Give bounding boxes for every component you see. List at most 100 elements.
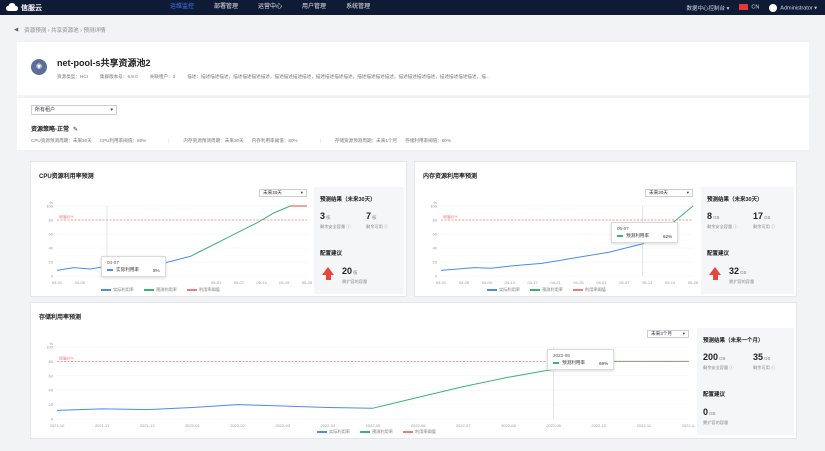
value: 200 bbox=[703, 352, 719, 362]
legend-swatch bbox=[487, 289, 497, 291]
x-tick-label: 2022-09 bbox=[546, 423, 561, 428]
cpu-panel-title: CPU资源利用率预测 bbox=[39, 174, 94, 180]
tooltip-label: 预测利用率 bbox=[562, 360, 585, 365]
threshold-label: 阈值80% bbox=[443, 214, 458, 219]
storage-result-title: 预测结果（未来一个月） bbox=[703, 338, 764, 344]
value: 0 bbox=[703, 407, 709, 417]
cpu-advice-title: 配置建议 bbox=[320, 251, 343, 257]
x-tick-label: 05-25 bbox=[302, 280, 313, 285]
x-tick-label: 04-05 bbox=[459, 280, 470, 285]
storage-safe-capacity: 200GB bbox=[703, 352, 726, 362]
legend-actual[interactable]: 实际利用率 bbox=[487, 287, 520, 293]
nav-item-deploy[interactable]: 部署管理 bbox=[204, 0, 248, 15]
y-tick-label: 80 bbox=[433, 218, 438, 223]
legend-actual[interactable]: 实际利用率 bbox=[317, 429, 350, 435]
memory-range-select[interactable]: 未来30天 ▾ bbox=[645, 189, 693, 197]
storage-range-select[interactable]: 未来3个月 ▾ bbox=[647, 330, 689, 338]
legend-actual[interactable]: 实际利用率 bbox=[101, 287, 134, 293]
app-name: 信服云 bbox=[21, 4, 42, 12]
unit: 核 bbox=[372, 215, 377, 220]
cpu-legend: 实际利用率 预测利用率 利用率阈值 bbox=[101, 287, 220, 293]
nav-item-monitor[interactable]: 运维监控 bbox=[160, 0, 204, 15]
legend-label: 实际利用率 bbox=[499, 287, 520, 292]
unit: 核 bbox=[326, 215, 331, 220]
cpu-range-select[interactable]: 未来30天 ▾ bbox=[259, 189, 307, 197]
tooltip-value: 69% bbox=[598, 360, 609, 366]
y-unit-label: % bbox=[433, 200, 437, 205]
legend-swatch bbox=[529, 289, 540, 291]
legend-threshold[interactable]: 利用率阈值 bbox=[572, 287, 606, 293]
top-right-tools: 数据中心控制台 ▾ CN Administrator ▾ bbox=[687, 0, 817, 15]
y-unit-label: % bbox=[49, 341, 53, 346]
x-tick-label: 04-01 bbox=[436, 280, 447, 285]
breadcrumb-text[interactable]: 资源预测 › 共享资源池 › 预测详情 bbox=[24, 26, 105, 34]
memory-advice-title: 配置建议 bbox=[707, 251, 730, 257]
legend-label: 利用率阈值 bbox=[198, 287, 220, 292]
y-tick-label: 60 bbox=[49, 232, 54, 237]
legend-predict[interactable]: 预测利用率 bbox=[359, 429, 393, 435]
user-menu[interactable]: Administrator ▾ bbox=[769, 3, 817, 12]
legend-label: 预测利用率 bbox=[155, 287, 177, 292]
datacenter-switch[interactable]: 数据中心控制台 ▾ bbox=[687, 4, 730, 12]
x-tick-label: 04-21 bbox=[550, 280, 561, 285]
app-logo[interactable]: 信服云 bbox=[6, 3, 42, 13]
nav-item-ops[interactable]: 运营中心 bbox=[248, 0, 292, 15]
nav-item-users[interactable]: 用户管理 bbox=[292, 0, 336, 15]
legend-threshold[interactable]: 利用率阈值 bbox=[402, 429, 436, 435]
tooltip-swatch bbox=[553, 362, 559, 364]
legend-predict[interactable]: 预测利用率 bbox=[143, 287, 177, 293]
x-tick-label: 05-01 bbox=[211, 280, 222, 285]
storage-advice-title: 配置建议 bbox=[703, 392, 726, 398]
pool-meta: 资源类型：HCI 集群版本号：6.9.0 关联租户：3 描述：描述描述描述，描述… bbox=[57, 74, 490, 80]
meta-description: 描述：描述描述描述，描述描述描述描述，描述描述描述描述，描述描述描述描述，描述描… bbox=[187, 74, 490, 79]
x-tick-label: 05-19 bbox=[665, 280, 676, 285]
storage-safe-caption: 剩余安全容量 ⓘ bbox=[703, 365, 734, 370]
chevron-down-icon: ▾ bbox=[682, 331, 685, 336]
y-tick-label: 0 bbox=[51, 417, 54, 422]
y-tick-label: 20 bbox=[49, 260, 54, 265]
legend-swatch bbox=[143, 289, 154, 291]
storage-range-value: 未来3个月 bbox=[651, 331, 672, 336]
legend-swatch bbox=[186, 289, 197, 291]
y-tick-label: 20 bbox=[49, 402, 54, 407]
y-tick-label: 0 bbox=[51, 274, 54, 279]
x-tick-label: 04-25 bbox=[573, 280, 584, 285]
x-tick-label: 2022-08 bbox=[501, 423, 516, 428]
meta-version: 集群版本号：6.9.0 bbox=[99, 74, 138, 79]
memory-result-sidebar: 预测结果（未来30天） 8GB 剩余安全容量 ⓘ 17GB 剩余可用 ⓘ 配置建… bbox=[701, 187, 794, 294]
cpu-threshold: CPU利用率阈值：80% bbox=[99, 138, 147, 143]
unit: GB bbox=[740, 270, 747, 275]
cpu-forecast-panel: CPU资源利用率预测 未来30天 ▾ 0 20 40 60 80 100% 04-01 04-0… bbox=[30, 161, 407, 297]
prediction-settings: CPU资源预测周期：未来30天 CPU利用率阈值：80% | 内存资源预测周期：… bbox=[31, 138, 459, 144]
series-line-predict bbox=[372, 360, 689, 409]
legend-predict[interactable]: 预测利用率 bbox=[529, 287, 563, 293]
memory-available: 17GB bbox=[753, 211, 771, 221]
cpu-result-title: 预测结果（未来30天） bbox=[320, 197, 376, 203]
memory-safe-capacity: 8GB bbox=[707, 211, 720, 221]
x-tick-label: 04-17 bbox=[528, 280, 539, 285]
x-tick-label: 04-09 bbox=[482, 280, 493, 285]
mem-threshold: 内存利用率阈值：80% bbox=[251, 138, 298, 143]
datacenter-label: 数据中心控制台 bbox=[686, 5, 726, 12]
legend-threshold[interactable]: 利用率阈值 bbox=[186, 287, 220, 293]
legend-label: 预测利用率 bbox=[371, 429, 393, 434]
back-arrow-icon[interactable]: ◀ bbox=[14, 27, 18, 33]
memory-result-title: 预测结果（未来30天） bbox=[707, 197, 763, 203]
cpu-chart: 020406080100%04-01 04-05 05-01 05-07 05-13 05… bbox=[46, 200, 313, 285]
tooltip-swatch bbox=[107, 269, 113, 271]
value: 20 bbox=[342, 266, 353, 276]
edit-icon[interactable]: ✎ bbox=[73, 127, 78, 133]
value: 32 bbox=[729, 266, 740, 276]
nav-item-system[interactable]: 系统管理 bbox=[336, 0, 380, 15]
tenant-select[interactable]: 所有租户 ▾ bbox=[31, 105, 117, 115]
language-switch[interactable]: CN bbox=[739, 4, 759, 11]
tooltip-value: 62% bbox=[662, 233, 673, 239]
storage-available-caption: 剩余可用 ⓘ bbox=[753, 365, 776, 370]
filter-card: 所有租户 ▾ 资源策略-正常 ✎ CPU资源预测周期：未来30天 CPU利用率阈值：… bbox=[17, 98, 809, 150]
memory-panel-title: 内存资源利用率预测 bbox=[423, 174, 478, 180]
x-tick-label: 2022-02 bbox=[230, 423, 245, 428]
storage-period: 存储资源预测周期：未来1个月 bbox=[334, 138, 398, 143]
top-navigation-bar: 信服云 运维监控 部署管理 运营中心 用户管理 系统管理 数据中心控制台 ▾ C… bbox=[0, 0, 825, 15]
memory-forecast-panel: 内存资源利用率预测 未来30天 ▾ 0 20 40 60 80 100% 04-01 04-05… bbox=[414, 161, 797, 297]
series-line-predict bbox=[190, 205, 307, 257]
